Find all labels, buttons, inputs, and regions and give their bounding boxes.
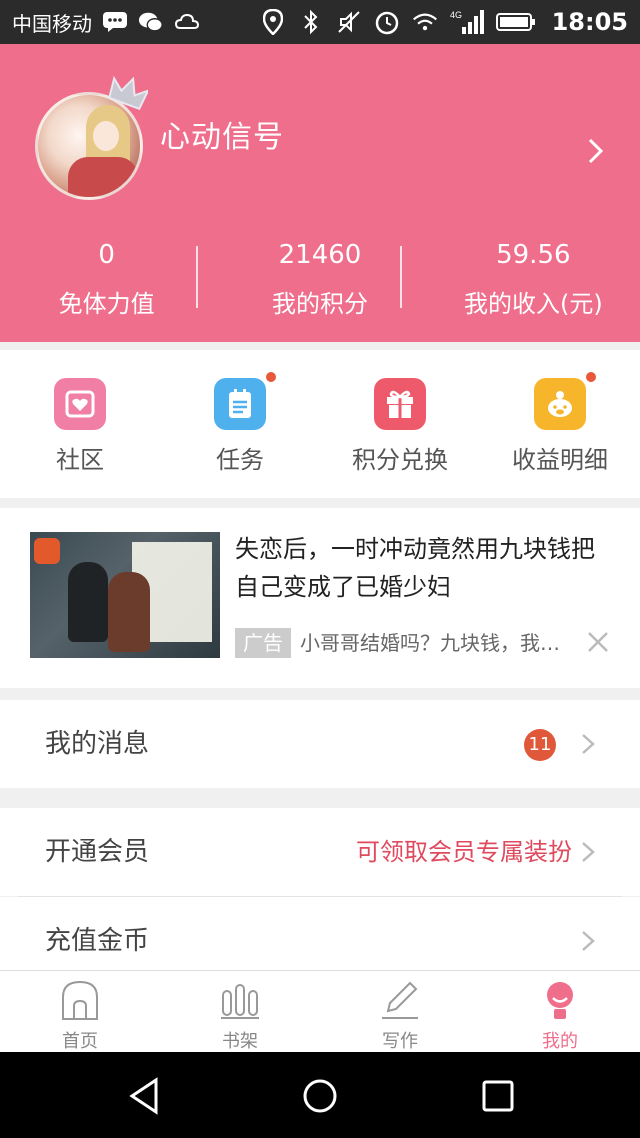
wifi-icon <box>412 9 438 35</box>
svg-text:4G: 4G <box>450 10 462 20</box>
stat-label: 免体力值 <box>58 290 155 318</box>
location-icon <box>260 9 286 35</box>
bookshelf-icon <box>221 984 259 1019</box>
row-label: 我的消息 <box>45 729 150 759</box>
action-task[interactable]: 任务 <box>160 350 320 498</box>
notification-dot <box>264 370 278 384</box>
action-label: 收益明细 <box>512 446 608 474</box>
system-nav-bar <box>0 1052 640 1138</box>
community-icon <box>54 378 106 430</box>
chevron-right-icon[interactable] <box>585 136 607 166</box>
tab-label: 我的 <box>542 1031 578 1052</box>
stat-value: 59.56 <box>496 240 571 270</box>
battery-icon <box>495 9 536 35</box>
action-label: 社区 <box>56 446 104 474</box>
stat-label: 我的积分 <box>271 290 368 318</box>
stat-income[interactable]: 59.56 我的收入(元) <box>427 240 640 320</box>
clock-label: 18:05 <box>551 8 628 36</box>
tab-label: 首页 <box>62 1031 98 1052</box>
stats-bar: 0 免体力值 21460 我的积分 59.56 我的收入(元) <box>0 240 640 320</box>
stat-label: 我的收入(元) <box>463 290 603 318</box>
chevron-right-icon <box>582 842 595 862</box>
home-button-icon[interactable] <box>300 1076 340 1116</box>
chevron-right-icon <box>582 931 595 951</box>
ad-card[interactable]: 失恋后，一时冲动竟然用九块钱把自己变成了已婚少妇 广告 小哥哥结婚吗？九块钱，我… <box>0 508 640 688</box>
bottom-tab-bar: 首页 书架 写作 我的 <box>0 970 640 1052</box>
status-bar: 中国移动 4G 18:05 <box>0 0 640 44</box>
tab-home[interactable]: 首页 <box>0 971 160 1052</box>
pen-icon <box>382 981 418 1019</box>
stat-stamina[interactable]: 0 免体力值 <box>0 240 213 320</box>
tab-write[interactable]: 写作 <box>320 971 480 1052</box>
alarm-icon <box>374 9 400 35</box>
action-community[interactable]: 社区 <box>0 350 160 498</box>
home-icon <box>62 980 98 1020</box>
ad-image[interactable] <box>30 532 220 658</box>
stat-points[interactable]: 21460 我的积分 <box>213 240 426 320</box>
tab-mine[interactable]: 我的 <box>480 971 640 1052</box>
tab-label: 书架 <box>222 1031 258 1052</box>
profile-header[interactable]: 心动信号 0 免体力值 21460 我的积分 59.56 我的收入(元) <box>0 44 640 342</box>
stat-value: 0 <box>98 240 115 270</box>
tab-bookshelf[interactable]: 书架 <box>160 971 320 1052</box>
task-icon <box>214 378 266 430</box>
vip-promo-text: 可领取会员专属装扮 <box>356 838 572 866</box>
row-my-messages[interactable]: 我的消息 11 <box>0 700 640 788</box>
crown-icon <box>108 76 148 110</box>
tab-label: 写作 <box>382 1031 418 1052</box>
ad-title[interactable]: 失恋后，一时冲动竟然用九块钱把自己变成了已婚少妇 <box>235 530 615 606</box>
action-label: 积分兑换 <box>352 446 448 474</box>
action-points-exchange[interactable]: 积分兑换 <box>320 350 480 498</box>
recents-icon[interactable] <box>478 1076 518 1116</box>
profile-icon <box>547 982 573 1019</box>
quick-actions: 社区 任务 积分兑换 收益明细 <box>0 350 640 498</box>
mute-icon <box>336 9 362 35</box>
nickname: 心动信号 <box>160 120 284 155</box>
message-count-badge: 11 <box>524 729 556 761</box>
stat-divider <box>196 246 198 308</box>
row-label: 开通会员 <box>45 837 150 867</box>
comic-app-icon <box>34 538 60 564</box>
action-income-details[interactable]: 收益明细 <box>480 350 640 498</box>
row-open-vip[interactable]: 开通会员 可领取会员专属装扮 <box>0 808 640 896</box>
notification-dot <box>584 370 598 384</box>
chevron-right-icon <box>582 734 595 754</box>
signal-icon: 4G <box>450 9 484 35</box>
message-icon <box>102 9 128 35</box>
close-icon[interactable] <box>586 630 610 654</box>
ad-subtitle: 小哥哥结婚吗？九块钱，我… <box>300 631 560 655</box>
row-recharge-coins[interactable]: 充值金币 <box>0 897 640 970</box>
bluetooth-icon <box>298 9 324 35</box>
action-label: 任务 <box>216 446 264 474</box>
ad-tag: 广告 <box>235 628 291 658</box>
stat-divider <box>400 246 402 308</box>
wechat-icon <box>138 9 164 35</box>
carrier-label: 中国移动 <box>12 11 92 36</box>
cloud-icon <box>174 9 200 35</box>
stat-value: 21460 <box>278 240 362 270</box>
gift-icon <box>374 378 426 430</box>
piggy-icon <box>534 378 586 430</box>
back-icon[interactable] <box>126 1076 166 1116</box>
